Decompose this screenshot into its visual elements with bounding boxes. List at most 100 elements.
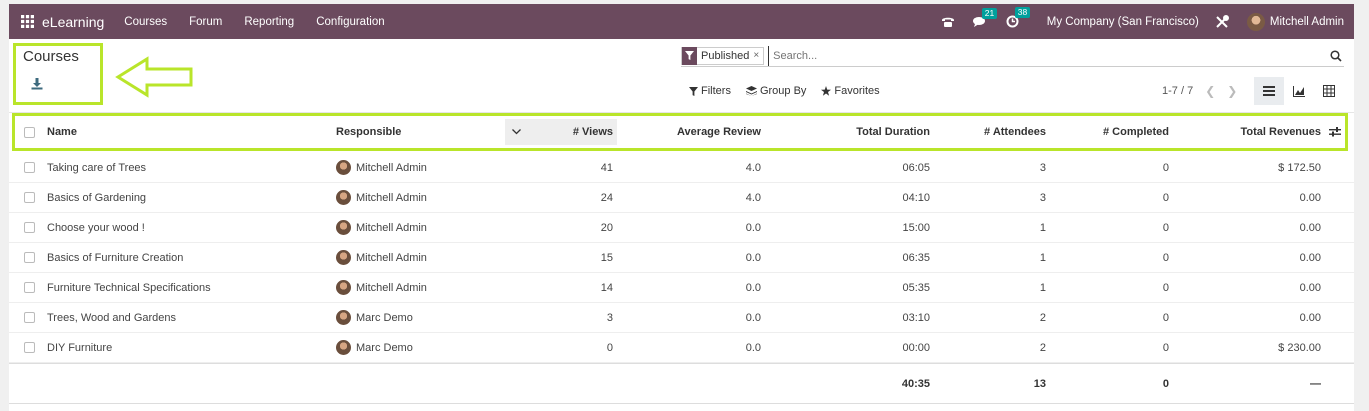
favorites-button[interactable]: Favorites [821, 85, 880, 97]
apps-menu-icon[interactable] [9, 4, 45, 39]
table-row[interactable]: Taking care of Trees Mitchell Admin 41 4… [9, 153, 1354, 183]
avatar [336, 340, 351, 355]
facet-value: Published [701, 49, 750, 62]
duration-value: 03:10 [902, 311, 930, 324]
responsible-name: Mitchell Admin [356, 281, 427, 294]
facet-remove-icon[interactable]: × [753, 50, 763, 61]
menu-forum[interactable]: Forum [189, 16, 222, 28]
avatar [336, 310, 351, 325]
completed-value: 0 [1162, 251, 1169, 264]
responsible-cell: Mitchell Admin [336, 153, 427, 182]
search-options: Filters Group By Favorites [689, 85, 895, 97]
favorites-label: Favorites [834, 85, 880, 97]
table-row[interactable]: Trees, Wood and Gardens Marc Demo 3 0.0 … [9, 303, 1354, 333]
menu-reporting[interactable]: Reporting [244, 16, 294, 28]
view-switcher [1254, 77, 1344, 105]
avg-review-value: 0.0 [745, 221, 761, 234]
annotation-arrow-icon [115, 56, 193, 98]
row-checkbox[interactable] [24, 162, 35, 173]
duration-value: 05:35 [902, 281, 930, 294]
pager-next-icon[interactable]: ❯ [1227, 84, 1237, 98]
app-name[interactable]: eLearning [42, 14, 104, 30]
completed-value: 0 [1162, 191, 1169, 204]
duration-value: 15:00 [902, 221, 930, 234]
filter-icon [689, 86, 698, 96]
course-name: Furniture Technical Specifications [47, 281, 211, 294]
list-view-icon[interactable] [1254, 77, 1284, 105]
duration-value: 04:10 [902, 191, 930, 204]
user-avatar[interactable] [1246, 12, 1265, 31]
table-row[interactable]: Basics of Furniture Creation Mitchell Ad… [9, 243, 1354, 273]
filters-button[interactable]: Filters [689, 85, 731, 97]
course-name: Taking care of Trees [47, 161, 147, 174]
search-bar: Published × [681, 45, 1344, 67]
total-completed: 0 [1162, 377, 1169, 390]
filters-label: Filters [701, 85, 731, 97]
debug-tools-icon[interactable] [1215, 14, 1229, 29]
pivot-view-icon[interactable] [1314, 77, 1344, 105]
avatar [336, 190, 351, 205]
responsible-cell: Mitchell Admin [336, 273, 427, 302]
activities-icon[interactable]: 38 [1006, 7, 1031, 28]
phone-icon[interactable] [941, 16, 955, 28]
responsible-cell: Marc Demo [336, 333, 413, 362]
completed-value: 0 [1162, 281, 1169, 294]
pager-prev-icon[interactable]: ❮ [1205, 84, 1215, 98]
total-revenues: — [1310, 377, 1321, 390]
row-select-cell [24, 333, 35, 362]
responsible-name: Mitchell Admin [356, 191, 427, 204]
download-icon[interactable] [31, 78, 43, 90]
star-icon [821, 86, 832, 96]
graph-view-icon[interactable] [1284, 77, 1314, 105]
messages-icon[interactable]: 21 [972, 7, 998, 28]
menu-configuration[interactable]: Configuration [316, 16, 384, 28]
completed-value: 0 [1162, 311, 1169, 324]
avg-review-value: 0.0 [745, 311, 761, 324]
attendees-value: 3 [1039, 161, 1046, 174]
row-checkbox[interactable] [24, 312, 35, 323]
avatar [336, 280, 351, 295]
course-name: Basics of Gardening [47, 191, 147, 204]
table-row[interactable]: DIY Furniture Marc Demo 0 0.0 00:00 2 0 … [9, 333, 1354, 363]
responsible-cell: Mitchell Admin [336, 213, 427, 242]
header-highlight-box [12, 113, 1348, 151]
avg-review-value: 0.0 [745, 251, 761, 264]
company-switcher[interactable]: My Company (San Francisco) [1047, 16, 1199, 28]
revenues-value: $ 172.50 [1278, 161, 1321, 174]
menu-courses[interactable]: Courses [124, 16, 167, 28]
table-footer-totals: 40:35 13 0 — [9, 363, 1354, 403]
attendees-value: 2 [1039, 341, 1046, 354]
pager-value[interactable]: 1-7 / 7 [1162, 85, 1193, 97]
row-checkbox[interactable] [24, 252, 35, 263]
table-row[interactable]: Furniture Technical Specifications Mitch… [9, 273, 1354, 303]
top-navbar: eLearning Courses Forum Reporting Config… [9, 4, 1354, 39]
completed-value: 0 [1162, 221, 1169, 234]
control-panel: Courses Published × Filters [9, 39, 1354, 113]
row-checkbox[interactable] [24, 192, 35, 203]
table-bottom-divider [9, 403, 1354, 404]
table-row[interactable]: Choose your wood ! Mitchell Admin 20 0.0… [9, 213, 1354, 243]
responsible-cell: Mitchell Admin [336, 243, 427, 272]
avg-review-value: 0.0 [745, 281, 761, 294]
duration-value: 00:00 [902, 341, 930, 354]
messages-badge: 21 [981, 7, 998, 19]
row-select-cell [24, 183, 35, 212]
completed-value: 0 [1162, 161, 1169, 174]
row-checkbox[interactable] [24, 222, 35, 233]
filter-facet-published[interactable]: Published × [681, 46, 765, 65]
layers-icon [745, 86, 757, 96]
responsible-cell: Mitchell Admin [336, 183, 427, 212]
attendees-value: 1 [1039, 281, 1046, 294]
views-value: 0 [606, 341, 613, 354]
search-icon[interactable] [1328, 48, 1344, 64]
course-name: Choose your wood ! [47, 221, 145, 234]
groupby-label: Group By [759, 85, 807, 97]
search-input[interactable] [768, 45, 1328, 66]
row-checkbox[interactable] [24, 342, 35, 353]
groupby-button[interactable]: Group By [745, 85, 807, 97]
table-row[interactable]: Basics of Gardening Mitchell Admin 24 4.… [9, 183, 1354, 213]
attendees-value: 1 [1039, 251, 1046, 264]
user-menu[interactable]: Mitchell Admin [1270, 16, 1344, 28]
row-checkbox[interactable] [24, 282, 35, 293]
avatar [336, 250, 351, 265]
